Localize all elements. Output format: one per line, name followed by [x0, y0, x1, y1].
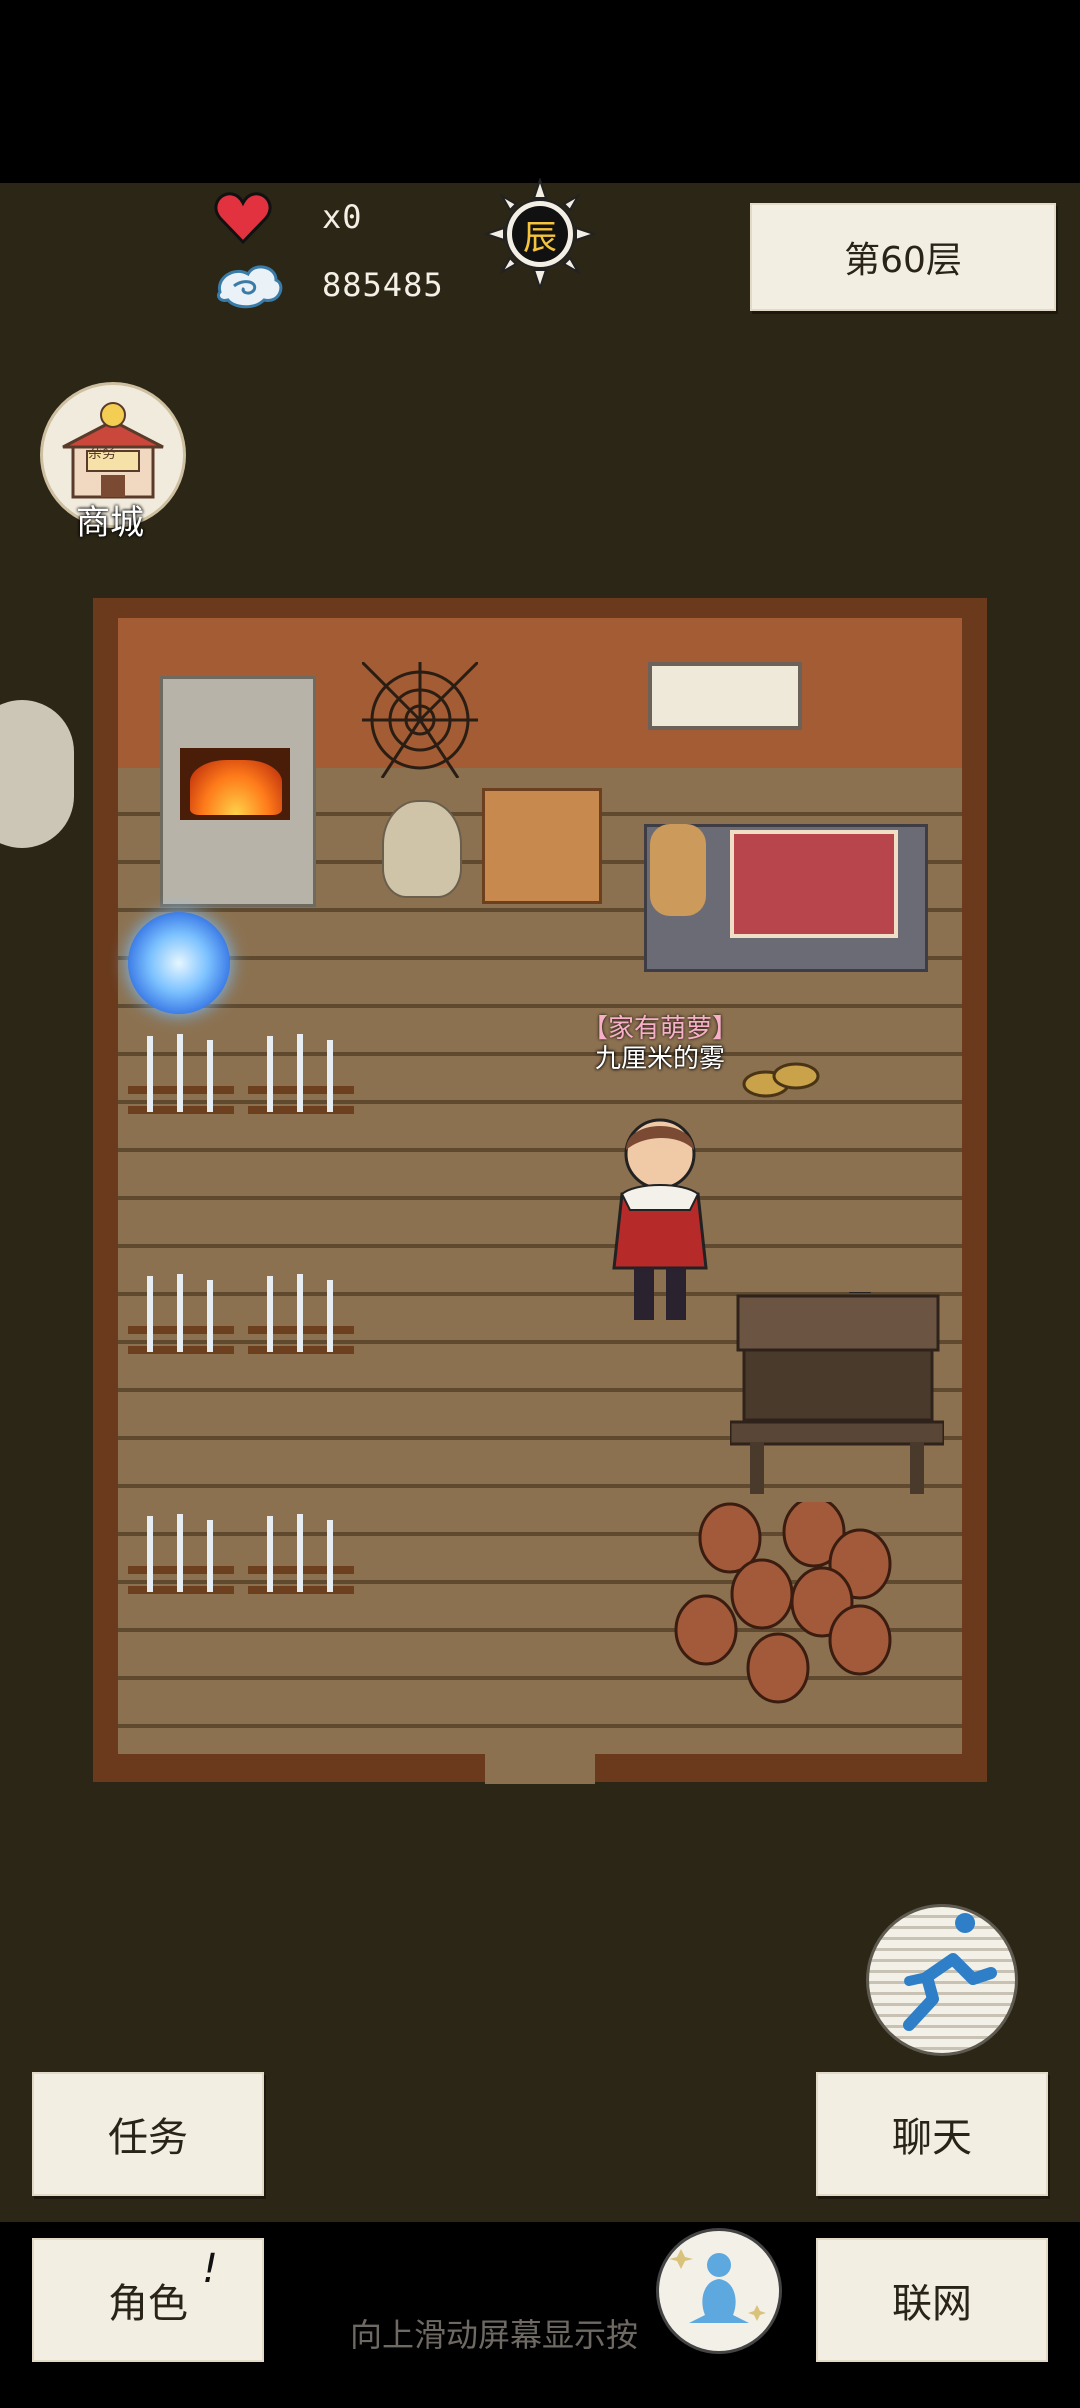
- shop-sign: 杂务: [88, 446, 116, 462]
- lives-count: x0: [322, 198, 363, 236]
- running-icon: [903, 1913, 997, 2031]
- weapon-rack[interactable]: [244, 1270, 358, 1360]
- character-button-label: 角色: [108, 2281, 188, 2327]
- fire-icon: [190, 760, 282, 815]
- weapon-rack[interactable]: [124, 1030, 238, 1120]
- npc-name: 九厘米的雾: [594, 1044, 725, 1074]
- weapon-rack[interactable]: [244, 1030, 358, 1120]
- meditate-button[interactable]: [656, 2228, 782, 2354]
- teleport-portal[interactable]: [128, 912, 230, 1014]
- weapon-rack[interactable]: [124, 1510, 238, 1600]
- side-panel-tab[interactable]: [0, 700, 74, 848]
- wine-jars[interactable]: [670, 1502, 900, 1704]
- meditation-icon: [669, 2249, 766, 2323]
- straw-sandals[interactable]: [738, 1054, 822, 1106]
- weapon-rack[interactable]: [124, 1270, 238, 1360]
- floor-level-button[interactable]: 第60层: [750, 203, 1056, 311]
- bed-blanket: [730, 830, 898, 938]
- grain-sack[interactable]: [382, 800, 462, 898]
- drawer-cabinet[interactable]: [482, 788, 602, 904]
- wall-window: [648, 662, 802, 730]
- weapon-rack[interactable]: [244, 1510, 358, 1600]
- spirit-cloud-icon: [216, 265, 283, 309]
- run-button[interactable]: [866, 1904, 1018, 2056]
- currency-count: 885485: [322, 266, 444, 304]
- character-button[interactable]: 角色 !: [32, 2238, 264, 2362]
- player-character[interactable]: [600, 1098, 720, 1328]
- shop-label: 商城: [76, 503, 144, 543]
- cobweb-icon: [362, 662, 478, 778]
- status-bar-area: [0, 0, 1080, 183]
- time-of-day-label: 辰: [512, 206, 568, 262]
- character-alert-badge: !: [201, 2246, 218, 2292]
- bed-pillow: [650, 824, 706, 916]
- chat-button[interactable]: 聊天: [816, 2072, 1048, 2196]
- network-button[interactable]: 联网: [816, 2238, 1048, 2362]
- room-doorway[interactable]: [485, 1754, 595, 1784]
- heart-icon: [214, 192, 272, 245]
- tea-table[interactable]: [730, 1292, 944, 1498]
- task-button[interactable]: 任务: [32, 2072, 264, 2196]
